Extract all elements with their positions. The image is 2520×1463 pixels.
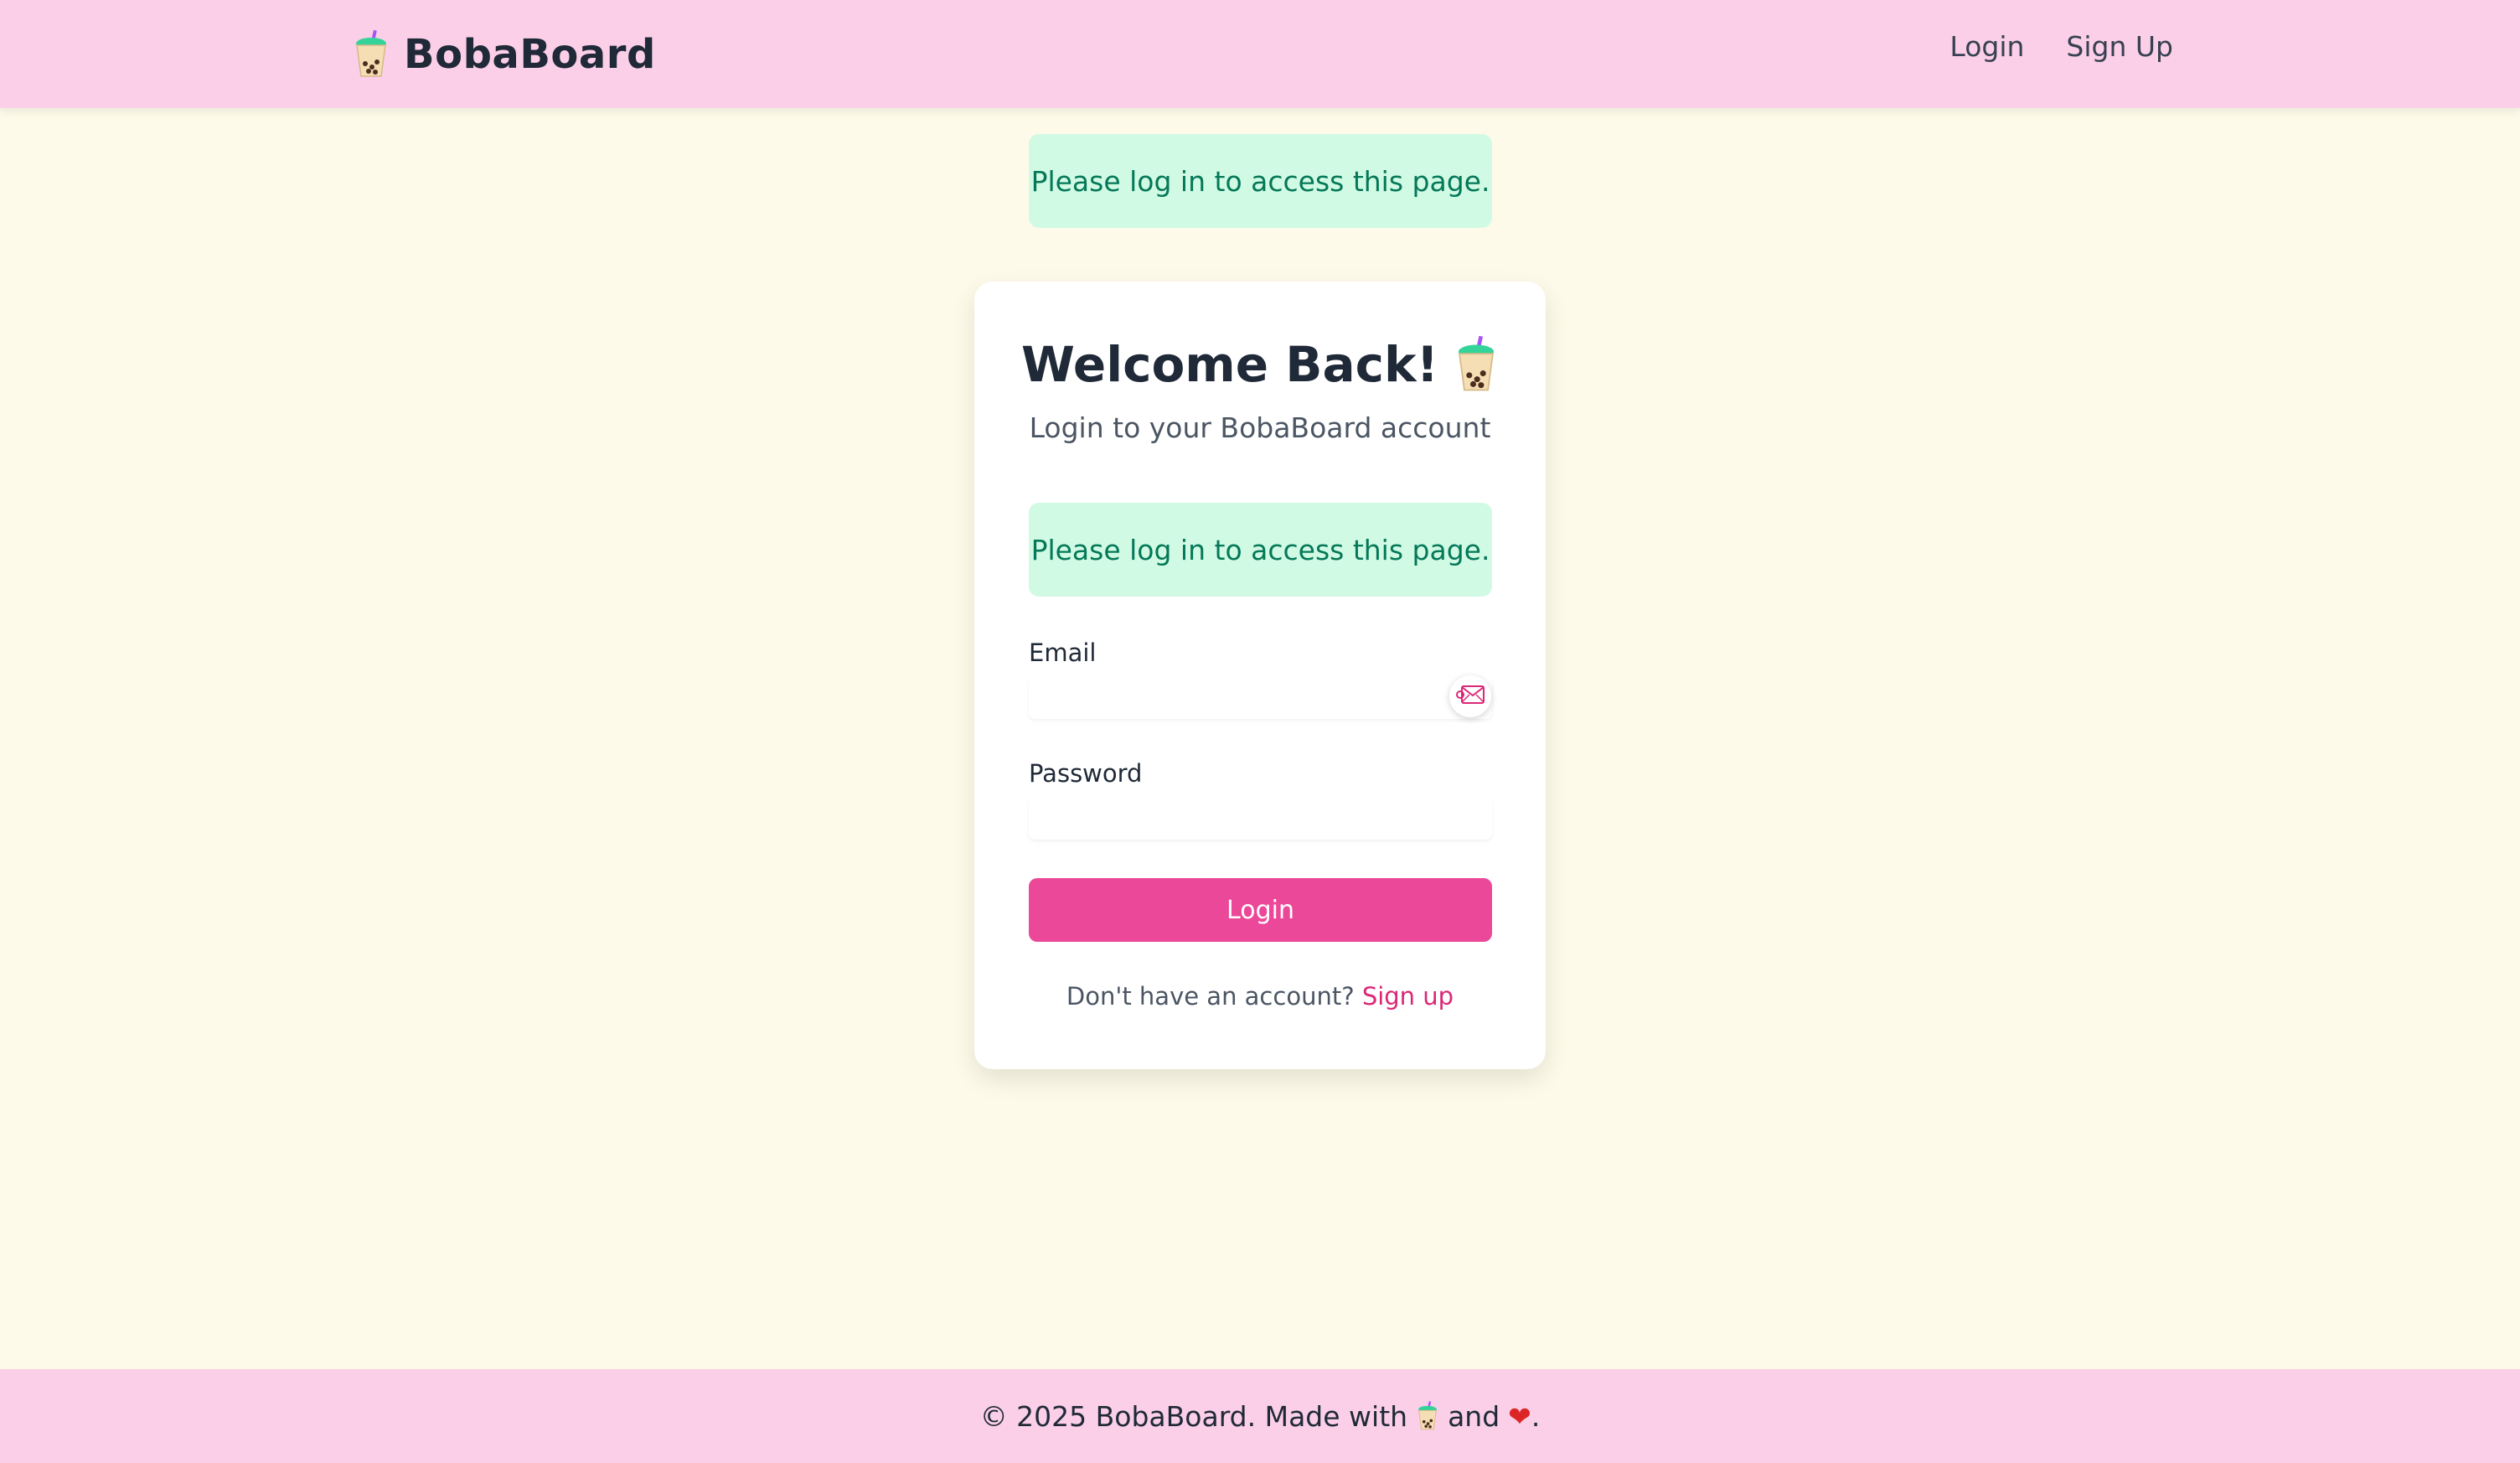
email-label: Email xyxy=(1029,638,1097,667)
card-title: Welcome Back! xyxy=(974,336,1546,393)
nav-links: Login Sign Up xyxy=(1949,30,2173,63)
email-autofill-button[interactable] xyxy=(1449,675,1491,717)
boba-tea-icon xyxy=(1416,1401,1439,1431)
brand-link[interactable]: BobaBoard xyxy=(352,25,656,84)
signup-link[interactable]: Sign up xyxy=(1362,982,1454,1011)
footer-text-prefix: © 2025 BobaBoard. Made with xyxy=(979,1399,1408,1433)
boba-tea-icon xyxy=(1454,336,1499,393)
login-button[interactable]: Login xyxy=(1029,878,1492,942)
password-label: Password xyxy=(1029,759,1143,788)
login-card: Welcome Back! Login to your BobaBoard ac… xyxy=(974,282,1546,1069)
password-field[interactable] xyxy=(1029,798,1492,840)
signup-prompt-text: Don't have an account? xyxy=(1066,982,1355,1011)
flash-message-top: Please log in to access this page. xyxy=(1029,134,1492,228)
email-field[interactable] xyxy=(1029,677,1492,719)
heart-icon: ❤ xyxy=(1508,1399,1531,1433)
footer-text-suffix: . xyxy=(1531,1399,1541,1433)
flash-message-card: Please log in to access this page. xyxy=(1029,503,1492,597)
nav-login-link[interactable]: Login xyxy=(1949,30,2024,63)
brand-name: BobaBoard xyxy=(404,31,656,78)
page-title: Welcome Back! xyxy=(1020,336,1439,393)
boba-tea-icon xyxy=(352,30,390,79)
card-subtitle: Login to your BobaBoard account xyxy=(1029,411,1491,444)
top-navbar: BobaBoard Login Sign Up xyxy=(0,0,2520,108)
signup-prompt-line: Don't have an account? Sign up xyxy=(974,982,1546,1011)
envelope-icon xyxy=(1455,684,1485,709)
nav-signup-link[interactable]: Sign Up xyxy=(2066,30,2173,63)
footer: © 2025 BobaBoard. Made with and ❤. xyxy=(0,1369,2520,1463)
footer-text-middle: and xyxy=(1448,1399,1500,1433)
